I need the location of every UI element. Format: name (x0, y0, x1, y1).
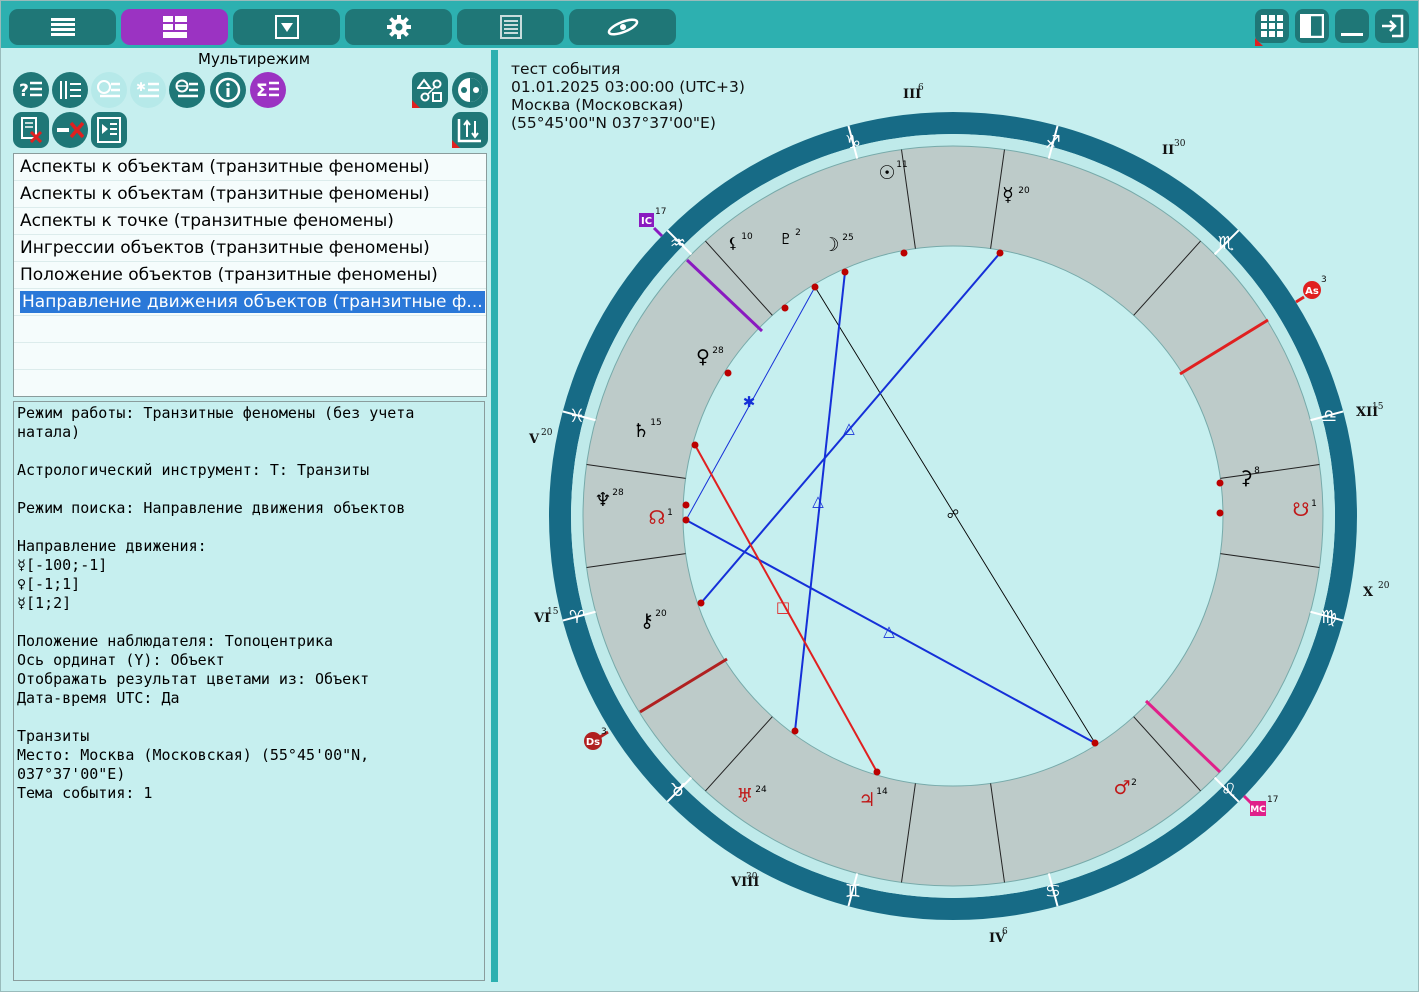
dropdown-icon (274, 15, 299, 39)
event-datetime: 01.01.2025 03:00:00 (UTC+3) (511, 78, 745, 96)
menu-button[interactable] (9, 9, 116, 45)
sort-icon (457, 119, 481, 143)
svg-text:✱: ✱ (136, 80, 146, 94)
galaxy-button[interactable] (569, 9, 676, 45)
info-line: Положение наблюдателя: Топоцентрика (17, 632, 334, 650)
top-toolbar (0, 0, 1419, 48)
delete-list-button[interactable] (13, 112, 49, 148)
galaxy-icon (607, 18, 638, 36)
grid-icon (1261, 15, 1283, 37)
stars-list-icon: ✱ (136, 80, 159, 98)
stars-list-button[interactable]: ✱ (130, 72, 166, 108)
list-item-empty (14, 316, 486, 343)
svg-text:Σ: Σ (256, 81, 268, 101)
corner-marker (412, 100, 420, 108)
search-mode-list[interactable]: Аспекты к объектам (транзитные феномены)… (13, 153, 487, 397)
multimode-button[interactable] (121, 9, 228, 45)
wheel-view-icon (458, 78, 482, 102)
globe-list-button[interactable] (169, 72, 205, 108)
minimize-icon (1341, 33, 1363, 36)
corner-marker (1255, 38, 1263, 46)
list-item[interactable]: Ингрессии объектов (транзитные феномены) (14, 235, 486, 262)
play-list-icon (97, 117, 121, 143)
info-line: ☿[1;2] (17, 594, 72, 612)
delete-list-icon (21, 117, 43, 143)
list-item[interactable]: Аспекты к объектам (транзитные феномены) (14, 181, 486, 208)
info-line: Режим поиска: Направление движения объек… (17, 499, 406, 517)
info-line: Режим работы: Транзитные феномены (без у… (17, 404, 415, 441)
panel-splitter[interactable] (491, 50, 498, 982)
info-icon (215, 77, 241, 103)
info-line: Транзиты (17, 727, 90, 745)
panel-icon (1300, 14, 1324, 38)
event-coords: (55°45'00"N 037°37'00"E) (511, 114, 716, 132)
list-item-selected[interactable]: Направление движения объектов (транзитны… (14, 289, 486, 316)
menu-icon (50, 18, 75, 36)
globe-list-icon (175, 79, 198, 98)
info-line: Отображать результат цветами из: Объект (17, 670, 370, 688)
dropdown-button[interactable] (233, 9, 340, 45)
info-line: Дата-время UTC: Да (17, 689, 180, 707)
clock-list-icon (97, 80, 120, 98)
remove-icon (57, 121, 84, 139)
mode-title: Мультирежим (198, 50, 311, 68)
help-list-icon: ? (19, 81, 42, 101)
filter-list-icon (60, 81, 81, 99)
info-line: Астрологический инструмент: Т: Транзиты (17, 461, 370, 479)
settings-button[interactable] (345, 9, 452, 45)
chart-panel: тест события 01.01.2025 03:00:00 (UTC+3)… (500, 50, 1412, 982)
list-item[interactable]: Положение объектов (транзитные феномены) (14, 262, 486, 289)
clock-list-button[interactable] (91, 72, 127, 108)
list-item[interactable]: Аспекты к объектам (транзитные феномены) (14, 154, 486, 181)
multimode-icon (162, 16, 187, 38)
event-place: Москва (Московская) (511, 96, 684, 114)
info-line: Ось ординат (Y): Объект (17, 651, 225, 669)
info-line: Место: Москва (Московская) (55°45'00"N, … (17, 746, 370, 783)
minimize-button[interactable] (1335, 9, 1369, 43)
info-line: ☿[-100;-1] (17, 556, 108, 574)
list-item[interactable]: Аспекты к точке (транзитные феномены) (14, 208, 486, 235)
info-line: ♀[-1;1] (17, 575, 81, 593)
aspects-shape-icon (417, 78, 442, 102)
info-button[interactable] (210, 72, 246, 108)
table-icon (499, 15, 522, 39)
corner-marker (452, 140, 460, 148)
play-list-button[interactable] (91, 112, 127, 148)
info-line: Тема события: 1 (17, 784, 153, 802)
help-list-button[interactable]: ? (13, 72, 49, 108)
exit-icon (1382, 14, 1404, 38)
exit-button[interactable] (1375, 9, 1409, 43)
table-button[interactable] (457, 9, 564, 45)
sum-list-icon: Σ (256, 81, 279, 101)
info-text-panel: Режим работы: Транзитные феномены (без у… (13, 401, 485, 981)
info-line: Направление движения: (17, 537, 207, 555)
sum-list-button[interactable]: Σ (250, 72, 286, 108)
list-item-empty (14, 343, 486, 370)
remove-button[interactable] (52, 112, 88, 148)
panel-button[interactable] (1295, 9, 1329, 43)
wheel-view-button[interactable] (452, 72, 488, 108)
left-panel: Мультирежим ? ✱ Σ Аспекты к объектам (тр… (8, 50, 492, 982)
event-title: тест события (511, 60, 621, 78)
filter-list-button[interactable] (52, 72, 88, 108)
event-info: тест события 01.01.2025 03:00:00 (UTC+3)… (511, 60, 745, 132)
svg-text:?: ? (19, 81, 29, 101)
gear-icon (386, 15, 411, 39)
